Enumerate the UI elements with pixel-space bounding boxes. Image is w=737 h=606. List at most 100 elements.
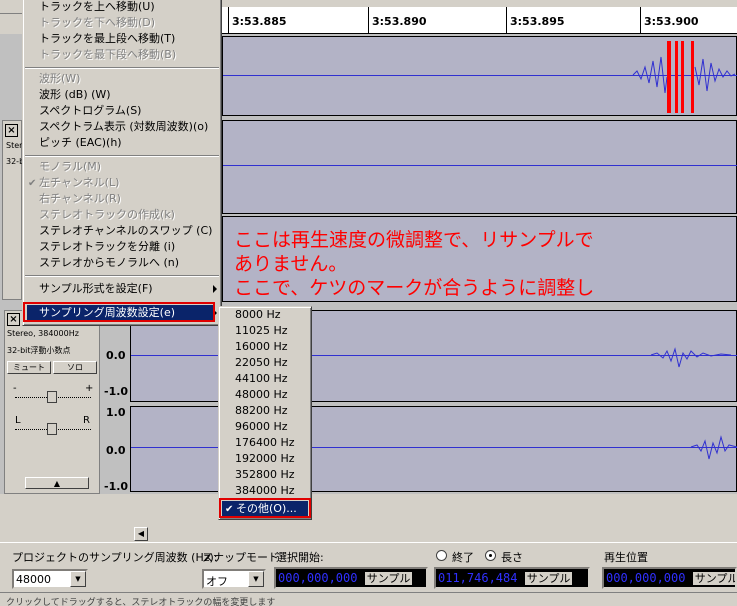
rate-11025[interactable]: 11025 Hz [219, 323, 288, 339]
selection-toolbar: プロジェクトのサンプリング周波数 (Hz): 48000 ▼ スナップモード オ… [0, 542, 737, 592]
length-unit: サンプル [524, 572, 573, 585]
ruler-tick-line [640, 7, 641, 34]
playback-position-field[interactable]: 000,000,000 サンプル [602, 567, 737, 589]
rate-352800[interactable]: 352800 Hz [219, 467, 295, 483]
rate-8000[interactable]: 8000 Hz [219, 307, 281, 323]
gain-slider-thumb[interactable] [47, 391, 57, 403]
length-radio[interactable] [485, 550, 496, 561]
playback-position-value: 000,000,000 [606, 571, 686, 585]
highlight-box [23, 302, 215, 322]
menu-separator [25, 275, 219, 277]
menu-swap-channels[interactable]: ステレオチャンネルのスワップ (C) [23, 223, 212, 239]
status-bar: クリックしてドラッグすると、ステレオトラックの幅を変更します [0, 592, 737, 606]
menu-make-stereo[interactable]: ステレオトラックの作成(k) [23, 207, 175, 223]
track3-format: 32-bit浮動小数点 [7, 346, 71, 355]
sample-rate-submenu[interactable]: 8000 Hz 11025 Hz 16000 Hz 22050 Hz 44100… [218, 306, 312, 520]
selection-start-label: 選択開始: [276, 551, 324, 564]
yaxis-bottom-min: -1.0 [104, 480, 129, 493]
rate-16000[interactable]: 16000 Hz [219, 339, 288, 355]
yaxis-top-min: -1.0 [104, 385, 129, 398]
gain-plus-label: + [85, 383, 94, 394]
rate-176400[interactable]: 176400 Hz [219, 435, 295, 451]
rate-22050[interactable]: 22050 Hz [219, 355, 288, 371]
menu-right-channel[interactable]: 右チャンネル(R) [23, 191, 121, 207]
highlight-box [219, 498, 311, 518]
yaxis-top-zero: 0.0 [106, 349, 126, 362]
pan-right-label: R [83, 415, 90, 426]
chevron-down-icon[interactable]: ▼ [70, 571, 86, 587]
track2-close-icon[interactable]: × [5, 124, 18, 137]
menu-move-bottom[interactable]: トラックを最下段へ移動(B) [23, 47, 176, 63]
rate-96000[interactable]: 96000 Hz [219, 419, 288, 435]
track3-control-panel[interactable]: × Stereo, 384000Hz 32-bit浮動小数点 ミュート ソロ -… [4, 310, 100, 494]
ruler-tick-label: 3:53.885 [232, 15, 287, 28]
menu-split-stereo[interactable]: ステレオトラックを分離 (i) [23, 239, 175, 255]
gain-minus-label: - [13, 383, 17, 394]
menu-left-channel[interactable]: 左チャンネル(L) [23, 175, 119, 191]
yaxis-bottom-max: 1.0 [106, 406, 126, 419]
track1-wave-svg [632, 41, 736, 113]
rate-88200[interactable]: 88200 Hz [219, 403, 288, 419]
scroll-left-icon[interactable]: ◀ [134, 527, 148, 541]
mute-button[interactable]: ミュート [7, 361, 51, 374]
menu-waveform[interactable]: 波形(W) [23, 71, 80, 87]
solo-button[interactable]: ソロ [53, 361, 97, 374]
pan-slider-thumb[interactable] [47, 423, 57, 435]
length-field[interactable]: 011,746,484 サンプル [434, 567, 590, 589]
playback-position-label: 再生位置 [604, 551, 648, 564]
menu-spectrum-log[interactable]: スペクトラム表示 (対数周波数)(o) [23, 119, 208, 135]
snap-mode-value: オフ [206, 575, 228, 588]
menu-pitch-eac[interactable]: ピッチ (EAC)(h) [23, 135, 122, 151]
project-rate-combo[interactable]: 48000 ▼ [12, 569, 88, 589]
track1-waveform[interactable] [222, 36, 737, 116]
annotation-line-2: ありません。 [234, 253, 348, 275]
horizontal-scrollbar[interactable]: ◀ [0, 526, 737, 542]
ruler-tick-line [228, 7, 229, 34]
submenu-arrow-icon [213, 285, 217, 293]
menu-stereo-to-mono[interactable]: ステレオからモノラルへ (n) [23, 255, 179, 271]
menu-waveform-db[interactable]: 波形 (dB) (W) [23, 87, 111, 103]
ruler-tick-line [368, 7, 369, 34]
menu-move-down[interactable]: トラックを下へ移動(D) [23, 15, 155, 31]
chevron-down-icon[interactable]: ▼ [248, 571, 264, 587]
length-value: 011,746,484 [438, 571, 518, 585]
playback-position-unit: サンプル [692, 572, 735, 585]
selection-start-value: 000,000,000 [278, 571, 358, 585]
ruler-tick-label: 3:53.890 [372, 15, 427, 28]
rate-48000[interactable]: 48000 Hz [219, 387, 288, 403]
project-rate-value: 48000 [16, 573, 51, 586]
menu-spectrogram[interactable]: スペクトログラム(S) [23, 103, 141, 119]
rate-384000[interactable]: 384000 Hz [219, 483, 295, 499]
annotation-line-3: ここで、ケツのマークが合うように調整し [234, 277, 595, 299]
selection-start-field[interactable]: 000,000,000 サンプル [274, 567, 428, 589]
end-label: 終了 [452, 551, 474, 564]
track2-center-line [223, 165, 737, 166]
ruler-tick-line [506, 7, 507, 34]
collapse-track-button[interactable]: ▲ [25, 477, 89, 489]
rate-44100[interactable]: 44100 Hz [219, 371, 288, 387]
menu-sample-format[interactable]: サンプル形式を設定(F) [23, 281, 153, 297]
snap-mode-combo[interactable]: オフ ▼ [202, 569, 266, 589]
menu-separator [25, 67, 219, 69]
project-rate-label: プロジェクトのサンプリング周波数 (Hz): [12, 551, 218, 564]
track2-waveform-top[interactable] [222, 120, 737, 214]
end-radio[interactable] [436, 550, 447, 561]
pan-left-label: L [15, 415, 21, 426]
ruler-tick-label: 3:53.900 [644, 15, 699, 28]
menu-move-up[interactable]: トラックを上へ移動(U) [23, 0, 155, 15]
yaxis-bottom-zero: 0.0 [106, 444, 126, 457]
menu-mono[interactable]: モノラル(M) [23, 159, 101, 175]
selection-start-unit: サンプル [364, 572, 413, 585]
track3-info: Stereo, 384000Hz [7, 329, 79, 338]
menu-move-top[interactable]: トラックを最上段へ移動(T) [23, 31, 175, 47]
menu-separator [25, 155, 219, 157]
track3-close-icon[interactable]: × [7, 313, 20, 326]
status-text: クリックしてドラッグすると、ステレオトラックの幅を変更します [6, 598, 276, 606]
rate-192000[interactable]: 192000 Hz [219, 451, 295, 467]
track-context-menu[interactable]: トラックを上へ移動(U) トラックを下へ移動(D) トラックを最上段へ移動(T)… [22, 0, 222, 326]
track2-control-panel[interactable]: × Stereo 32-b [2, 120, 32, 300]
length-label: 長さ [501, 551, 523, 564]
timeline-ruler[interactable]: 3:53.885 3:53.890 3:53.895 3:53.900 [222, 7, 737, 34]
annotation-text: ここは再生速度の微調整で、リサンプルで ありません。 ここで、ケツのマークが合う… [234, 228, 737, 300]
ruler-tick-label: 3:53.895 [510, 15, 565, 28]
